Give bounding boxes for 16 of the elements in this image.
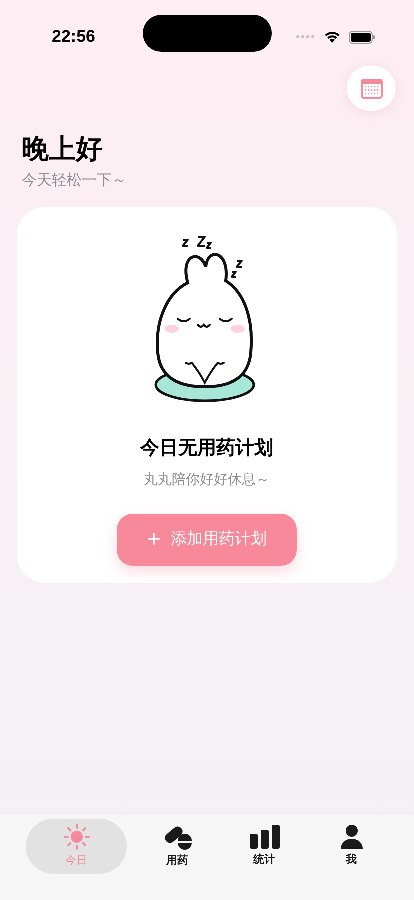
signal-dots-icon	[296, 35, 316, 39]
calendar-button[interactable]	[347, 66, 396, 111]
empty-state-title: 今日无用药计划	[140, 436, 274, 460]
wifi-icon	[324, 31, 341, 43]
greeting-title: 晚上好	[22, 133, 104, 166]
person-icon	[340, 824, 362, 849]
bar-chart-icon	[250, 824, 280, 849]
tab-item[interactable]: 用药	[141, 819, 214, 874]
sun-icon	[64, 824, 90, 850]
calendar-icon	[360, 78, 382, 98]
battery-icon	[349, 30, 376, 44]
tab-item[interactable]: 统计	[228, 819, 301, 874]
status-time: 22:56	[52, 26, 96, 48]
tab-item[interactable]: 我	[315, 819, 388, 874]
greeting-subtitle: 今天轻松一下～	[22, 171, 128, 191]
empty-state-message: 丸丸陪你好好休息～	[144, 470, 270, 489]
